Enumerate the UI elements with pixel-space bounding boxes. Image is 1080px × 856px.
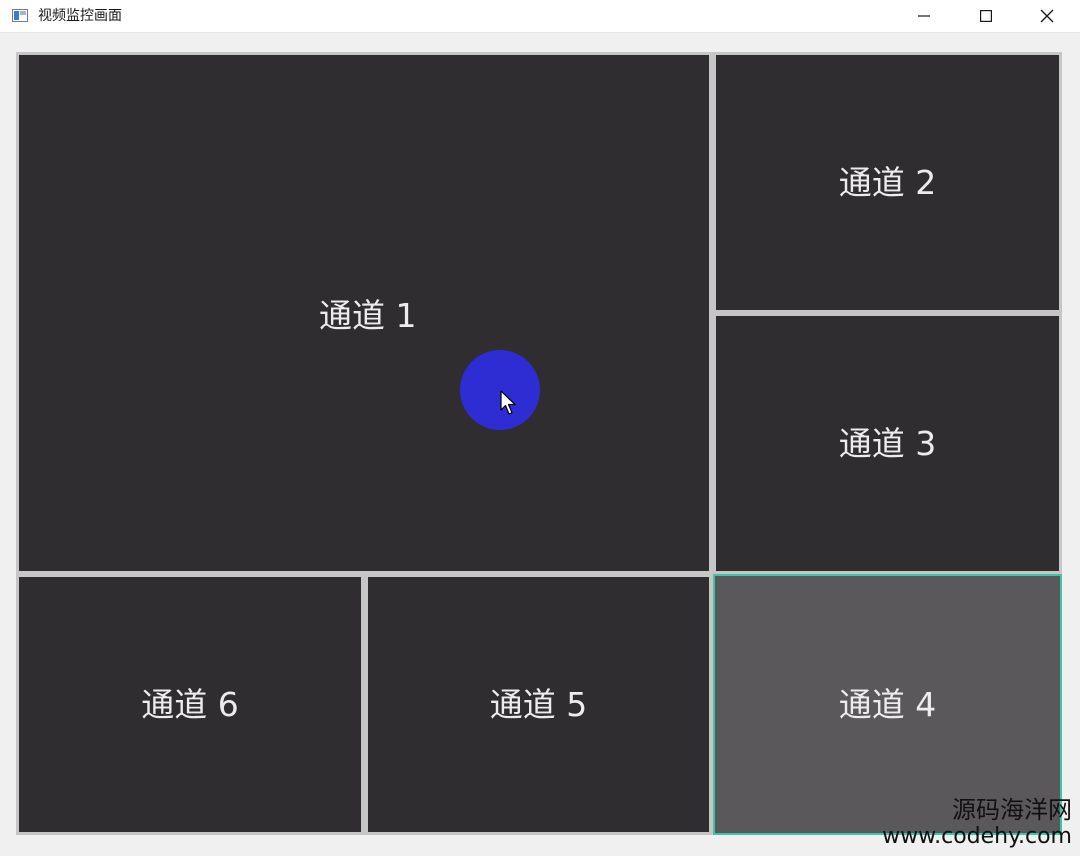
channel-panel-5[interactable]: 通道 5: [368, 577, 709, 832]
channel-panel-6[interactable]: 通道 6: [19, 577, 361, 832]
video-grid: 通道 1 通道 2 通道 3 通道 6 通道 5 通道 4: [16, 52, 1062, 835]
watermark-url: www.codehy.com: [882, 824, 1072, 849]
channel-label-1: 通道 1: [319, 296, 417, 335]
maximize-button[interactable]: [955, 0, 1017, 32]
app-window: 视频监控画面 通道 1 通道 2 通道 3 通道 6 通道 5 通道 4 源码海…: [0, 0, 1080, 856]
watermark: 源码海洋网 www.codehy.com: [882, 796, 1072, 850]
channel-label-6: 通道 6: [141, 684, 239, 724]
maximize-icon: [980, 10, 992, 22]
channel-label-4: 通道 4: [838, 684, 937, 724]
minimize-button[interactable]: [893, 0, 955, 32]
window-title: 视频监控画面: [38, 8, 122, 24]
channel-label-5: 通道 5: [489, 684, 588, 724]
channel-panel-3[interactable]: 通道 3: [716, 316, 1059, 571]
close-button[interactable]: [1016, 0, 1078, 32]
channel-panel-1[interactable]: 通道 1: [19, 55, 709, 571]
channel-label-3: 通道 3: [838, 423, 937, 463]
app-icon: [12, 9, 28, 22]
channel-label-2: 通道 2: [838, 162, 937, 202]
title-bar[interactable]: 视频监控画面: [0, 0, 1080, 33]
close-icon: [1040, 9, 1054, 23]
minimize-icon: [918, 15, 930, 17]
mouse-pointer-icon: [500, 390, 516, 415]
channel-panel-2[interactable]: 通道 2: [716, 55, 1059, 310]
watermark-name: 源码海洋网: [952, 796, 1072, 824]
